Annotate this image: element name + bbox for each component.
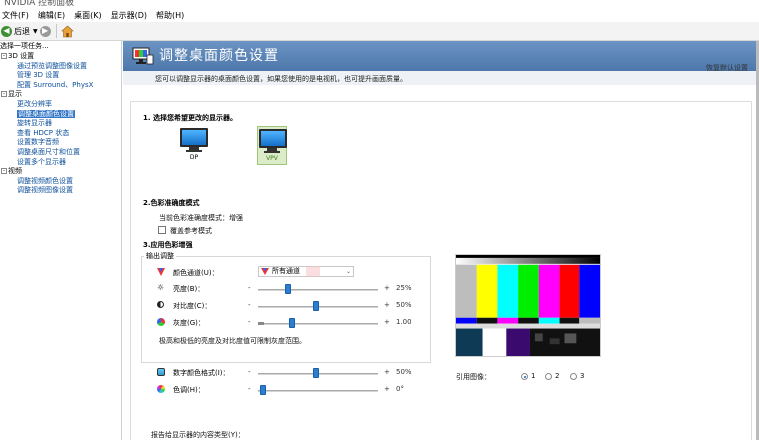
- gamma-label: 灰度(G)：: [173, 319, 205, 327]
- tree-item-surround-physx[interactable]: 配置 Surround、PhysX: [0, 81, 122, 91]
- collapse-icon[interactable]: -: [1, 91, 7, 98]
- tree-category-video[interactable]: - 视频: [0, 167, 122, 177]
- desktop-color-icon: [132, 47, 154, 65]
- brightness-track[interactable]: [258, 289, 378, 291]
- reference-option-1: 1: [531, 372, 536, 380]
- menu-bar: 文件(F) 编辑(E) 桌面(K) 显示器(D) 帮助(H): [0, 8, 759, 22]
- section2-heading: 2.色彩准确度模式: [143, 199, 200, 207]
- tree-category-3d[interactable]: -3D 设置: [0, 52, 122, 62]
- collapse-icon[interactable]: -: [1, 168, 7, 175]
- color-channel-label: 颜色通道(U)：: [173, 269, 219, 277]
- gamma-value: 1.00: [396, 318, 412, 326]
- tree-item-multi-display[interactable]: 设置多个显示器: [0, 158, 122, 168]
- page-title: 调整桌面颜色设置: [159, 48, 279, 64]
- task-tree: -3D 设置 通过预览调整图像设置 管理 3D 设置 配置 Surround、P…: [0, 52, 122, 196]
- current-accuracy-mode: 当前色彩准确度模式：增强: [159, 214, 243, 222]
- history-dropdown-icon[interactable]: ▼: [33, 28, 38, 35]
- display-dp[interactable]: DP: [179, 128, 209, 161]
- reference-image-label: 引用图像：: [456, 373, 491, 381]
- gamma-icon: [157, 318, 165, 326]
- reference-option-3: 3: [580, 372, 585, 380]
- channel-icon: [261, 268, 269, 275]
- reference-radio-3[interactable]: [570, 373, 577, 380]
- tree-category-display[interactable]: - 显示: [0, 90, 122, 100]
- restore-defaults-link[interactable]: 恢复默认设置: [706, 63, 748, 73]
- vibrance-value: 50%: [396, 368, 412, 376]
- window-title: NVIDIA 控制面板: [4, 0, 75, 8]
- brightness-slider-thumb[interactable]: [285, 284, 291, 294]
- menu-edit[interactable]: 编辑(E): [38, 10, 65, 21]
- override-reference-label: 覆盖参考模式: [170, 227, 212, 235]
- contrast-label: 对比度(C)：: [173, 302, 212, 310]
- group-title: 输出调整: [144, 251, 176, 261]
- hue-slider-thumb[interactable]: [260, 385, 266, 395]
- menu-help[interactable]: 帮助(H): [156, 10, 184, 21]
- tree-item-rotate[interactable]: 旋转显示器: [0, 119, 122, 129]
- title-bar: NVIDIA 控制面板: [0, 0, 759, 8]
- task-pane-header: 选择一项任务...: [0, 42, 49, 50]
- brightness-value: 25%: [396, 284, 412, 292]
- tree-item-resolution[interactable]: 更改分辨率: [0, 100, 122, 110]
- task-pane: 选择一项任务... -3D 设置 通过预览调整图像设置 管理 3D 设置 配置 …: [0, 41, 122, 440]
- page-banner: 调整桌面颜色设置: [123, 41, 759, 71]
- menu-desktop[interactable]: 桌面(K): [74, 10, 102, 21]
- tree-item-preview-image[interactable]: 通过预览调整图像设置: [0, 62, 122, 72]
- gamma-slider-thumb[interactable]: [289, 318, 295, 328]
- tree-item-video-image[interactable]: 调整视频图像设置: [0, 186, 122, 196]
- tree-item-video-color[interactable]: 调整视频颜色设置: [0, 177, 122, 187]
- display-label: DP: [189, 154, 199, 161]
- gamma-track[interactable]: [258, 323, 378, 325]
- brightness-label: 亮度(B)：: [173, 285, 205, 293]
- cursor-highlight: [306, 266, 320, 277]
- reference-radio-2[interactable]: [545, 373, 552, 380]
- settings-panel: 1. 选择您希望更改的显示器。 DP VPV 2.色彩准确度模式 当前色彩准确度…: [130, 101, 752, 440]
- monitor-icon: [259, 129, 287, 148]
- reference-radio-1[interactable]: [521, 373, 528, 380]
- tree-item-manage-3d[interactable]: 管理 3D 设置: [0, 71, 122, 81]
- hue-value: 0°: [396, 385, 404, 393]
- section1-heading: 1. 选择您希望更改的显示器。: [143, 114, 237, 122]
- back-button-label[interactable]: 后退: [14, 26, 30, 37]
- override-reference-checkbox[interactable]: [158, 226, 166, 234]
- sun-icon: ☼: [157, 283, 165, 292]
- display-vpv[interactable]: VPV: [257, 126, 287, 165]
- vibrance-slider-thumb[interactable]: [313, 368, 319, 378]
- hue-label: 色调(H)：: [173, 386, 205, 394]
- home-icon[interactable]: [60, 25, 74, 38]
- color-channel-icon: [157, 268, 165, 276]
- contrast-icon: [157, 301, 164, 308]
- reference-option-2: 2: [555, 372, 560, 380]
- reference-test-pattern: [455, 254, 601, 357]
- color-channel-select[interactable]: 所有通道 ⌄: [258, 266, 354, 277]
- contrast-value: 50%: [396, 301, 412, 309]
- tree-item-desktop-color[interactable]: 调整桌面颜色设置: [0, 109, 122, 120]
- section3-heading: 3.应用色彩增强: [143, 241, 193, 249]
- chevron-down-icon: ⌄: [345, 268, 351, 275]
- content-area: 调整桌面颜色设置 恢复默认设置 您可以调整显示器的桌面颜色设置，如果您使用的是电…: [123, 41, 759, 440]
- menu-display[interactable]: 显示器(D): [111, 10, 147, 21]
- collapse-icon[interactable]: -: [1, 53, 7, 59]
- toolbar: ◀ 后退 ▼ ▶: [0, 22, 759, 41]
- gamma-range-mark: [258, 322, 264, 325]
- vibrance-label: 数字颜色格式(I)：: [173, 369, 230, 377]
- monitor-icon: [180, 128, 208, 147]
- color-channel-value: 所有通道: [272, 267, 300, 275]
- page-description: 您可以调整显示器的桌面颜色设置，如果您使用的是电视机，也可提升画面质量。: [155, 75, 407, 83]
- hue-icon: [157, 385, 165, 393]
- hue-track[interactable]: [258, 390, 378, 392]
- toolbar-divider: [55, 24, 57, 38]
- menu-file[interactable]: 文件(F): [2, 10, 29, 21]
- back-arrow-icon[interactable]: ◀: [1, 25, 12, 37]
- digital-vibrance-icon: [157, 368, 165, 376]
- range-note: 极高和极低的亮度及对比度值可限制灰度范围。: [159, 337, 306, 345]
- tree-item-desktop-size[interactable]: 调整桌面尺寸和位置: [0, 148, 122, 158]
- content-type-label: 报告给显示器的内容类型(Y)：: [151, 431, 245, 439]
- tree-item-hdcp[interactable]: 查看 HDCP 状态: [0, 129, 122, 139]
- contrast-slider-thumb[interactable]: [313, 301, 319, 311]
- display-label: VPV: [266, 155, 278, 162]
- tree-item-audio[interactable]: 设置数字音频: [0, 138, 122, 148]
- forward-arrow-icon[interactable]: ▶: [39, 25, 51, 37]
